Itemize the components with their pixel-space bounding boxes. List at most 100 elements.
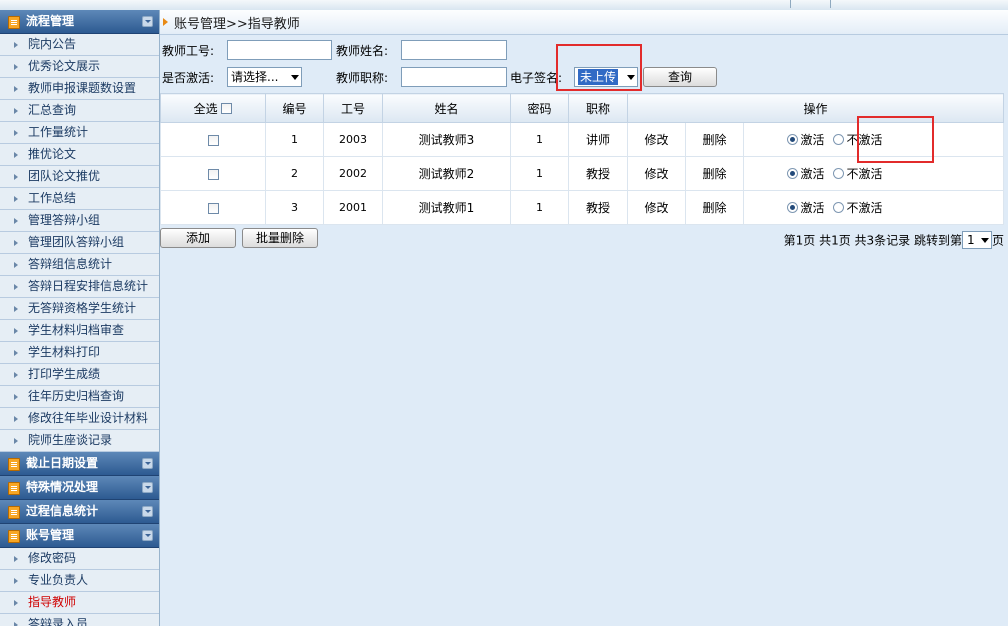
delete-link[interactable]: 删除 — [685, 156, 744, 191]
row-checkbox[interactable] — [207, 202, 219, 214]
sidebar-item[interactable]: 修改往年毕业设计材料 — [0, 408, 159, 430]
sidebar-item[interactable]: 答辩日程安排信息统计 — [0, 276, 159, 298]
password-cell: 1 — [510, 190, 569, 225]
arrow-right-icon — [14, 438, 18, 444]
arrow-right-icon — [14, 284, 18, 290]
arrow-right-icon — [14, 306, 18, 312]
sidebar-item[interactable]: 指导教师 — [0, 592, 159, 614]
row-checkbox[interactable] — [207, 134, 219, 146]
password-cell: 1 — [510, 122, 569, 157]
work-id-cell: 2003 — [323, 122, 383, 157]
teacher-title-input[interactable] — [401, 67, 507, 87]
select-all-checkbox[interactable] — [221, 102, 233, 114]
deactivate-label: 不激活 — [846, 201, 883, 215]
sidebar-item-label: 修改往年毕业设计材料 — [28, 411, 149, 425]
table-row: 3 2001 测试教师1 1 教授 修改 删除 激活 不激活 — [160, 190, 1005, 225]
row-checkbox[interactable] — [207, 168, 219, 180]
breadcrumb: 账号管理>>指导教师 — [174, 17, 300, 32]
sidebar-item[interactable]: 答辩组信息统计 — [0, 254, 159, 276]
pagination-suffix: 页 — [991, 233, 1004, 248]
name-cell: 测试教师3 — [382, 122, 511, 157]
sidebar-item[interactable]: 工作总结 — [0, 188, 159, 210]
sidebar-group-header[interactable]: 特殊情况处理 — [0, 476, 159, 500]
sidebar-group-header[interactable]: 截止日期设置 — [0, 452, 159, 476]
delete-link[interactable]: 删除 — [685, 190, 744, 225]
sidebar-item[interactable]: 工作量统计 — [0, 122, 159, 144]
edit-link[interactable]: 修改 — [627, 156, 686, 191]
sidebar-item[interactable]: 管理答辩小组 — [0, 210, 159, 232]
arrow-right-icon — [14, 86, 18, 92]
table-header-row: 全选 编号 工号 姓名 密码 职称 操作 — [160, 93, 1005, 123]
sidebar-item[interactable]: 优秀论文展示 — [0, 56, 159, 78]
sidebar-item-label: 答辩录入员 — [28, 617, 89, 626]
sidebar-item[interactable]: 管理团队答辩小组 — [0, 232, 159, 254]
batch-delete-button[interactable]: 批量删除 — [242, 228, 318, 248]
sidebar-item[interactable]: 院内公告 — [0, 34, 159, 56]
sidebar-item[interactable]: 团队论文推优 — [0, 166, 159, 188]
number-header: 编号 — [265, 93, 324, 123]
teacher-id-label: 教师工号: — [162, 44, 215, 58]
sidebar-item[interactable]: 修改密码 — [0, 548, 159, 570]
teacher-id-input[interactable] — [227, 40, 332, 60]
signature-select[interactable]: 未上传 — [574, 67, 638, 87]
arrow-right-icon — [14, 42, 18, 48]
deactivate-radio[interactable] — [832, 134, 844, 145]
arrow-right-icon — [14, 152, 18, 158]
delete-link[interactable]: 删除 — [685, 122, 744, 157]
sidebar-item[interactable]: 往年历史归档查询 — [0, 386, 159, 408]
teacher-name-input[interactable] — [401, 40, 507, 60]
activated-label: 是否激活: — [162, 71, 215, 85]
deactivate-radio[interactable] — [832, 168, 844, 179]
sidebar-item[interactable]: 无答辩资格学生统计 — [0, 298, 159, 320]
sidebar-item[interactable]: 打印学生成绩 — [0, 364, 159, 386]
edit-link[interactable]: 修改 — [627, 122, 686, 157]
add-button[interactable]: 添加 — [160, 228, 236, 248]
sidebar-group-title: 账号管理 — [26, 528, 75, 542]
number-cell: 3 — [265, 190, 324, 225]
document-icon — [8, 458, 20, 471]
collapse-toggle-icon[interactable] — [142, 530, 153, 541]
sidebar-item[interactable]: 汇总查询 — [0, 100, 159, 122]
activate-radio[interactable] — [786, 168, 798, 179]
breadcrumb-bar: 账号管理>>指导教师 — [160, 10, 1008, 35]
activate-radio[interactable] — [786, 202, 798, 213]
password-cell: 1 — [510, 156, 569, 191]
collapse-toggle-icon[interactable] — [142, 506, 153, 517]
document-icon — [8, 530, 20, 543]
arrow-right-icon — [14, 64, 18, 70]
sidebar-group-title: 截止日期设置 — [26, 456, 99, 470]
arrow-right-icon — [14, 130, 18, 136]
sidebar-group-header[interactable]: 过程信息统计 — [0, 500, 159, 524]
deactivate-radio[interactable] — [832, 202, 844, 213]
collapse-toggle-icon[interactable] — [142, 16, 153, 27]
sidebar-item-label: 往年历史归档查询 — [28, 389, 125, 403]
work-id-header: 工号 — [323, 93, 383, 123]
arrow-right-icon — [14, 262, 18, 268]
activated-select-value: 请选择... — [231, 70, 279, 84]
sidebar-item-label: 指导教师 — [28, 595, 77, 609]
query-button[interactable]: 查询 — [643, 67, 717, 87]
arrow-right-icon — [14, 394, 18, 400]
arrow-right-icon — [14, 622, 18, 626]
sidebar-group-header[interactable]: 账号管理 — [0, 524, 159, 548]
sidebar-group-header[interactable]: 流程管理 — [0, 10, 159, 34]
edit-link[interactable]: 修改 — [627, 190, 686, 225]
sidebar-item[interactable]: 学生材料归档审查 — [0, 320, 159, 342]
sidebar-group-title: 特殊情况处理 — [26, 480, 99, 494]
sidebar-item[interactable]: 推优论文 — [0, 144, 159, 166]
select-all-header: 全选 — [160, 93, 266, 123]
collapse-toggle-icon[interactable] — [142, 482, 153, 493]
sidebar-item-label: 推优论文 — [28, 147, 77, 161]
sidebar-item[interactable]: 教师申报课题数设置 — [0, 78, 159, 100]
sidebar-item[interactable]: 院师生座谈记录 — [0, 430, 159, 452]
collapse-toggle-icon[interactable] — [142, 458, 153, 469]
arrow-right-icon — [14, 578, 18, 584]
activate-radio[interactable] — [786, 134, 798, 145]
sidebar-item-label: 修改密码 — [28, 551, 77, 565]
page-jump-select[interactable]: 1 — [961, 231, 992, 249]
sidebar-item-label: 打印学生成绩 — [28, 367, 101, 381]
sidebar-item[interactable]: 学生材料打印 — [0, 342, 159, 364]
sidebar-item[interactable]: 专业负责人 — [0, 570, 159, 592]
sidebar-item[interactable]: 答辩录入员 — [0, 614, 159, 626]
activated-select[interactable]: 请选择... — [227, 67, 302, 87]
